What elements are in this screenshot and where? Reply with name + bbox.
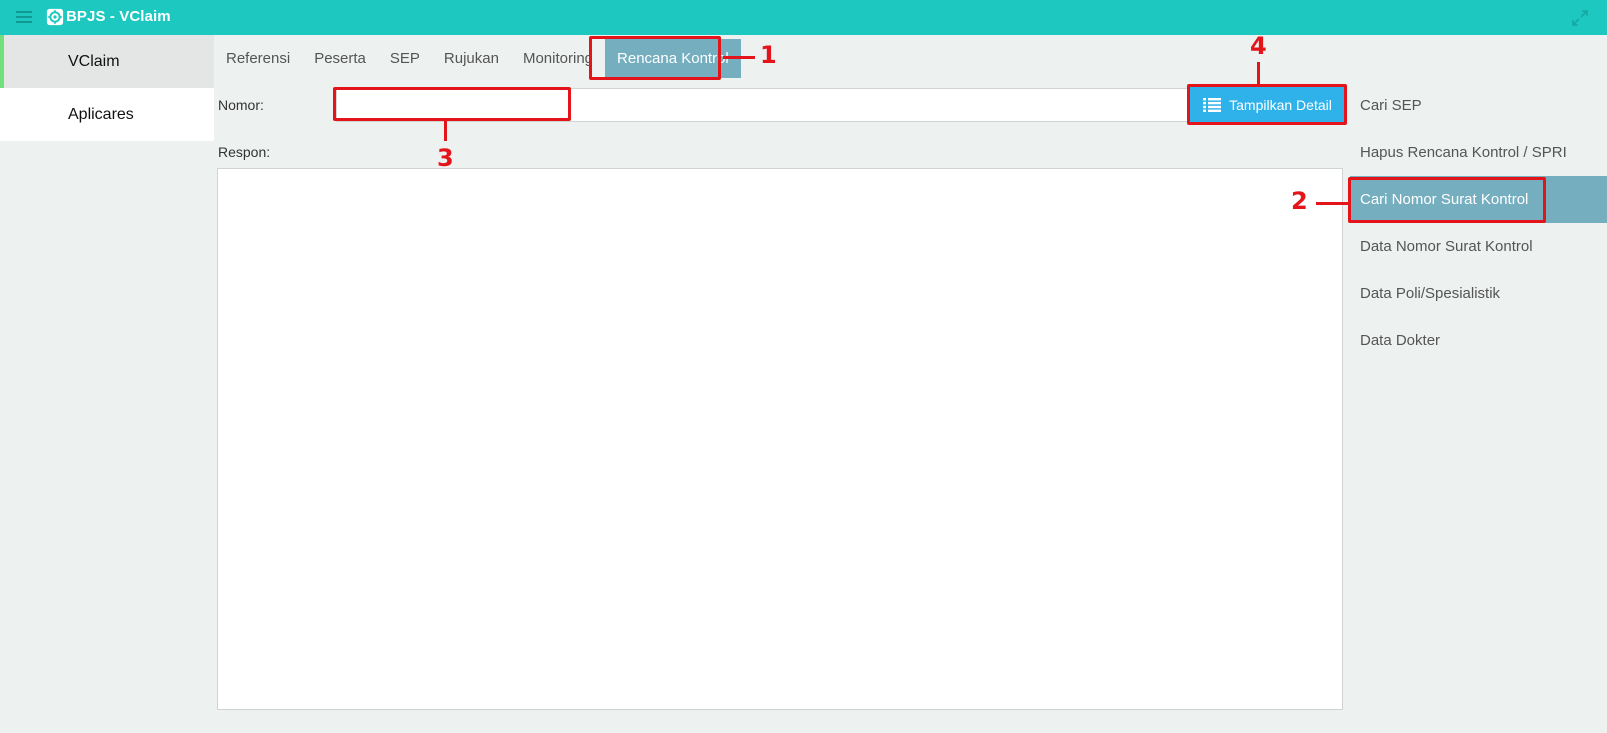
tab-referensi[interactable]: Referensi: [214, 35, 302, 82]
expand-arrows-icon[interactable]: [1571, 9, 1589, 27]
left-nav: VClaim Aplicares: [0, 35, 214, 141]
annotation-line-4: [1257, 62, 1260, 84]
annotation-line-3: [444, 121, 447, 141]
app-title: BPJS - VClaim: [66, 8, 171, 25]
menu-item-data-nomor-surat-kontrol[interactable]: Data Nomor Surat Kontrol: [1348, 223, 1607, 270]
tab-peserta[interactable]: Peserta: [302, 35, 378, 82]
list-icon: [1203, 98, 1222, 112]
annotation-number-1: 1: [760, 41, 777, 69]
side-menu: Cari SEP Hapus Rencana Kontrol / SPRI Ca…: [1348, 82, 1607, 364]
tab-rencana-kontrol[interactable]: Rencana Kontrol: [605, 39, 741, 78]
gear-icon: [46, 8, 64, 26]
menu-item-cari-nomor-surat-kontrol[interactable]: Cari Nomor Surat Kontrol: [1350, 176, 1607, 223]
nav-item-label: Aplicares: [68, 105, 134, 123]
respon-label: Respon:: [218, 144, 271, 160]
menu-item-cari-sep[interactable]: Cari SEP: [1348, 82, 1607, 129]
menu-item-hapus-rencana-kontrol[interactable]: Hapus Rencana Kontrol / SPRI: [1348, 129, 1607, 176]
nav-item-label: VClaim: [68, 52, 120, 70]
tab-bar: Referensi Peserta SEP Rujukan Monitoring…: [214, 35, 741, 82]
tab-rujukan[interactable]: Rujukan: [432, 35, 511, 82]
title-bar: BPJS - VClaim: [0, 0, 1607, 35]
tampilkan-detail-label: Tampilkan Detail: [1229, 97, 1332, 113]
tampilkan-detail-button[interactable]: Tampilkan Detail: [1190, 87, 1345, 123]
tab-sep[interactable]: SEP: [378, 35, 432, 82]
respon-textarea[interactable]: [217, 168, 1343, 710]
menu-item-data-dokter[interactable]: Data Dokter: [1348, 317, 1607, 364]
nomor-input[interactable]: [336, 88, 1190, 122]
nav-item-aplicares[interactable]: Aplicares: [0, 88, 214, 141]
annotation-number-4: 4: [1250, 32, 1267, 60]
nomor-label: Nomor:: [218, 97, 264, 113]
hamburger-menu-icon[interactable]: [16, 11, 32, 24]
tab-monitoring[interactable]: Monitoring: [511, 35, 605, 82]
menu-item-data-poli-spesialistik[interactable]: Data Poli/Spesialistik: [1348, 270, 1607, 317]
nav-item-vclaim[interactable]: VClaim: [0, 35, 214, 88]
